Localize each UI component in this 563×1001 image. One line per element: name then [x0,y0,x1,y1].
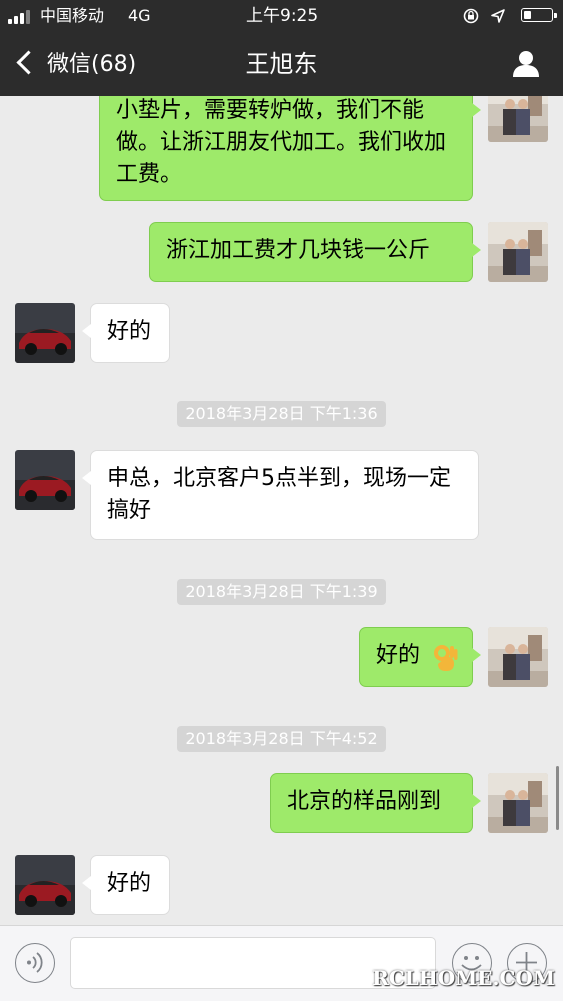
lock-rotation-icon [463,8,479,24]
message-bubble[interactable]: 申总，北京客户5点半到，现场一定搞好 [82,450,479,540]
avatar[interactable] [15,855,75,915]
message-bubble[interactable]: 小垫片，需要转炉做，我们不能做。让浙江朋友代加工。我们收加工费。 [99,96,481,201]
carrier-label: 中国移动 [40,6,105,25]
chat-area[interactable]: 小垫片，需要转炉做，我们不能做。让浙江朋友代加工。我们收加工费。 浙江加工费才几… [0,96,563,925]
scrollbar[interactable] [556,766,559,830]
ok-hand-emoji-icon [434,645,458,671]
message-bubble[interactable]: 好的 [359,627,481,687]
avatar[interactable] [488,773,548,833]
network-label: 4G [128,6,151,25]
voice-button[interactable] [15,943,55,983]
message-bubble[interactable]: 北京的样品刚到 [270,773,481,833]
avatar[interactable] [488,222,548,282]
status-time: 上午9:25 [246,6,319,26]
avatar[interactable] [488,96,548,142]
input-bar: RCLHOME.COM [0,925,563,1001]
avatar[interactable] [15,450,75,510]
timestamp: 2018年3月28日 下午1:39 [0,579,563,605]
voice-icon [27,952,43,973]
chat-title: 王旭东 [245,50,318,78]
user-icon[interactable] [511,48,541,78]
top-bar: 中国移动 4G 上午9:25 微信(68) 王旭东 [0,0,563,96]
avatar[interactable] [488,627,548,687]
message-bubble[interactable]: 浙江加工费才几块钱一公斤 [149,222,481,282]
battery-icon [521,8,557,22]
avatar[interactable] [15,303,75,363]
signal-icon [8,10,36,24]
location-arrow-icon [491,9,505,23]
watermark: RCLHOME.COM [372,966,555,990]
message-bubble[interactable]: 好的 [82,855,170,915]
timestamp: 2018年3月28日 下午4:52 [0,726,563,752]
timestamp: 2018年3月28日 下午1:36 [0,401,563,427]
message-bubble[interactable]: 好的 [82,303,170,363]
